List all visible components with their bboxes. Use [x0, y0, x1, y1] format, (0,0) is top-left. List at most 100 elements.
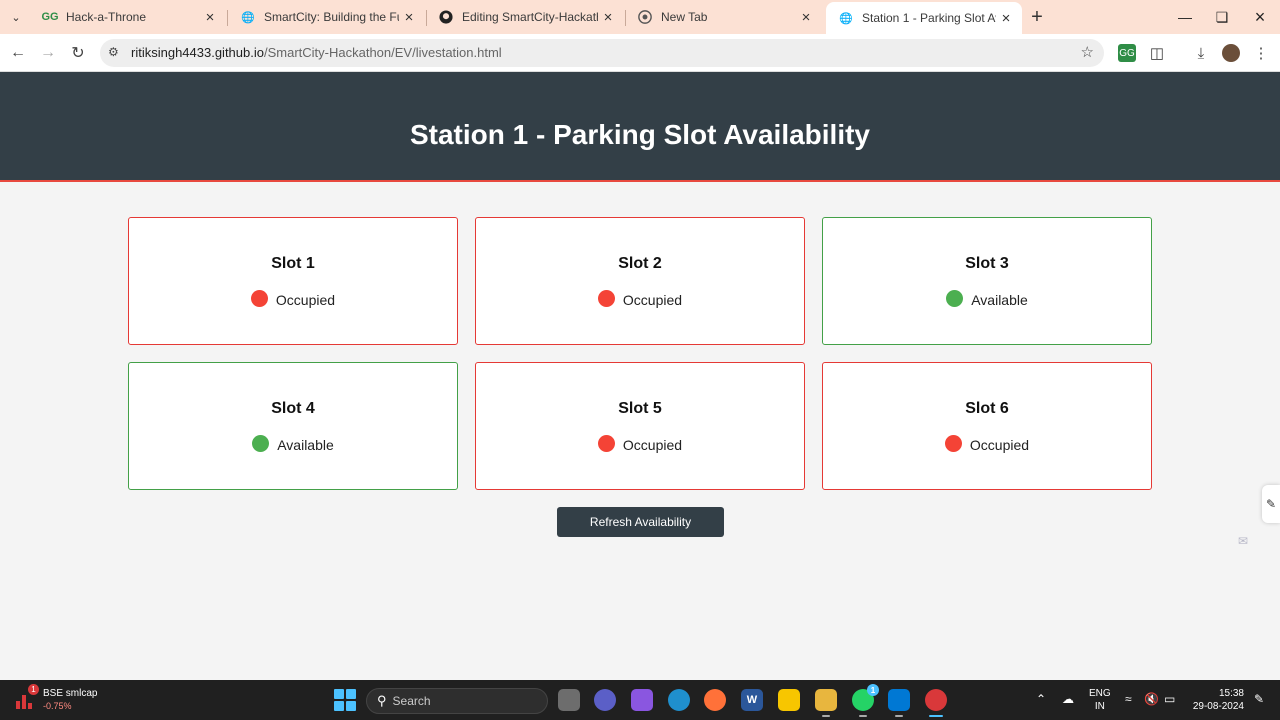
close-icon[interactable]: × — [598, 7, 618, 27]
stock-widget[interactable]: 1 BSE smlcap -0.75% — [14, 684, 97, 715]
status-label: Occupied — [622, 437, 683, 453]
onedrive-icon[interactable]: ☁ — [1062, 692, 1074, 706]
search-placeholder: Search — [392, 694, 431, 708]
windows-start-icon[interactable] — [334, 689, 356, 711]
tab-title: Editing SmartCity-Hackathon/R — [462, 10, 598, 24]
slot-name: Slot 1 — [271, 255, 315, 272]
clock-date: 29-08-2024 — [1192, 701, 1244, 712]
speaker-muted-icon[interactable]: 🔇 — [1144, 692, 1159, 706]
slot-card-2: Slot 2 Occupied — [475, 217, 805, 345]
profile-avatar[interactable] — [1222, 44, 1240, 62]
globe-icon: 🌐 — [839, 12, 853, 25]
extensions-puzzle-icon[interactable]: ◫ — [1148, 44, 1166, 62]
windows-taskbar: 1 BSE smlcap -0.75% ⚲ Search W 1 ⌃ ☁ ENG… — [0, 680, 1280, 720]
lang-bottom: IN — [1094, 701, 1105, 712]
lang-top: ENG — [1089, 688, 1111, 699]
close-icon[interactable]: × — [996, 8, 1016, 28]
chrome-icon — [637, 9, 653, 25]
minimize-icon[interactable]: — — [1170, 6, 1200, 28]
slot-name: Slot 2 — [618, 255, 662, 272]
slot-name: Slot 5 — [618, 400, 662, 417]
close-icon[interactable]: × — [796, 7, 816, 27]
copilot-icon[interactable] — [631, 689, 653, 711]
chrome-taskbar-icon[interactable] — [925, 689, 947, 717]
slot-status: Available — [129, 434, 457, 453]
status-dot-icon — [946, 289, 964, 307]
slot-status: Occupied — [129, 289, 457, 308]
url-text[interactable]: ritiksingh4433.github.io/SmartCity-Hacka… — [131, 45, 502, 60]
language-indicator[interactable]: ENG IN — [1089, 687, 1111, 713]
close-icon[interactable]: × — [399, 7, 419, 27]
tab-title: New Tab — [661, 10, 708, 24]
more-menu-icon[interactable]: ⋮ — [1252, 44, 1270, 62]
wifi-icon[interactable]: ≈ — [1125, 692, 1132, 706]
site-settings-icon[interactable]: ⚙ — [108, 45, 119, 59]
reload-icon[interactable]: ↻ — [66, 41, 90, 65]
new-tab-plus-icon[interactable]: + — [1026, 6, 1048, 28]
notification-badge: 1 — [28, 684, 39, 695]
tab-title: Hack-a-Throne — [66, 10, 147, 24]
url-host: ritiksingh4433.github.io — [131, 45, 264, 60]
task-view-icon[interactable] — [558, 689, 580, 711]
bookmark-star-icon[interactable]: ☆ — [1081, 43, 1094, 61]
browser-toolbar: ← → ↻ ⚙ ritiksingh4433.github.io/SmartCi… — [0, 34, 1280, 72]
file-explorer-icon[interactable] — [815, 689, 837, 717]
taskbar-search-box[interactable]: ⚲ Search — [366, 688, 548, 714]
tab-hack-a-throne[interactable]: GG Hack-a-Throne × — [30, 4, 226, 30]
slot-name: Slot 6 — [965, 400, 1009, 417]
browser-tab-strip: ⌄ GG Hack-a-Throne × 🌐 SmartCity: Buildi… — [0, 0, 1280, 34]
firefox-icon[interactable] — [704, 689, 726, 711]
slot-name: Slot 3 — [965, 255, 1009, 272]
clock[interactable]: 15:38 29-08-2024 — [1190, 687, 1244, 713]
geeksforgeeks-icon: GG — [41, 11, 59, 23]
url-path: /SmartCity-Hackathon/EV/livestation.html — [263, 45, 502, 60]
slot-name: Slot 4 — [271, 400, 315, 417]
tab-title: Station 1 - Parking Slot Availab — [862, 11, 996, 25]
whatsapp-icon[interactable]: 1 — [852, 684, 879, 717]
slot-status: Occupied — [476, 434, 804, 453]
battery-icon[interactable]: ▭ — [1164, 692, 1175, 706]
tab-github-editing[interactable]: Editing SmartCity-Hackathon/R × — [426, 4, 624, 30]
slot-card-3: Slot 3 Available — [822, 217, 1152, 345]
slot-status: Occupied — [823, 434, 1151, 453]
restore-icon[interactable]: ❏ — [1207, 6, 1237, 28]
forward-arrow-icon[interactable]: → — [36, 41, 60, 65]
status-dot-icon — [944, 434, 962, 452]
status-label: Occupied — [275, 292, 336, 308]
tab-title: SmartCity: Building the Future — [264, 10, 399, 24]
refresh-availability-button[interactable]: Refresh Availability — [557, 507, 724, 537]
floating-share-icon[interactable]: ✉ — [1238, 528, 1280, 554]
vscode-icon[interactable] — [888, 689, 910, 717]
address-bar[interactable]: ⚙ ritiksingh4433.github.io/SmartCity-Hac… — [100, 39, 1104, 67]
search-icon: ⚲ — [377, 693, 387, 708]
edge-browser-icon[interactable] — [668, 689, 690, 711]
status-label: Occupied — [969, 437, 1030, 453]
page-title: Station 1 - Parking Slot Availability — [409, 119, 871, 150]
slot-card-1: Slot 1 Occupied — [128, 217, 458, 345]
word-icon[interactable]: W — [741, 689, 763, 711]
clock-time: 15:38 — [1218, 688, 1244, 699]
status-dot-icon — [597, 434, 615, 452]
show-hidden-icons-chevron-icon[interactable]: ⌃ — [1036, 692, 1046, 706]
download-icon[interactable]: ⤓ — [1192, 44, 1210, 62]
back-arrow-icon[interactable]: ← — [6, 41, 30, 65]
geeksforgeeks-extension-icon[interactable]: GG — [1118, 44, 1136, 62]
status-label: Available — [277, 437, 334, 453]
slot-card-6: Slot 6 Occupied — [822, 362, 1152, 490]
sticky-notes-icon[interactable] — [778, 689, 800, 711]
globe-icon: 🌐 — [241, 11, 255, 24]
status-label: Occupied — [622, 292, 683, 308]
tab-station-1[interactable]: 🌐 Station 1 - Parking Slot Availab × — [826, 2, 1022, 34]
teams-chat-icon[interactable] — [594, 689, 616, 711]
tab-new-tab[interactable]: New Tab × — [625, 4, 822, 30]
notifications-icon[interactable]: ✎ — [1254, 692, 1264, 706]
slot-status: Occupied — [476, 289, 804, 308]
window-close-icon[interactable]: × — [1245, 6, 1275, 28]
github-icon — [438, 9, 454, 25]
side-panel-handle-icon[interactable]: ✎ — [1262, 485, 1280, 523]
close-icon[interactable]: × — [200, 7, 220, 27]
status-dot-icon — [252, 434, 270, 452]
tab-smartcity[interactable]: 🌐 SmartCity: Building the Future × — [228, 4, 425, 30]
widget-change: -0.75% — [43, 701, 72, 711]
tab-search-chevron-icon[interactable]: ⌄ — [4, 5, 28, 29]
